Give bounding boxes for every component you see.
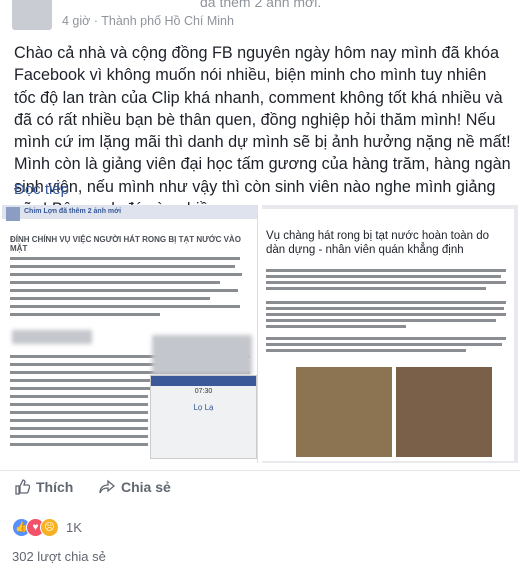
article-photo-1 (296, 367, 392, 457)
text-line (266, 301, 506, 304)
text-line (266, 343, 502, 346)
mini-post-title: ĐÍNH CHÍNH VỤ VIỆC NGƯỜI HÁT RONG BỊ TẠT… (10, 235, 241, 253)
mini-name: Chim Lợn đã thêm 2 ảnh mới (24, 208, 122, 215)
text-line (10, 297, 210, 300)
text-line (266, 287, 486, 290)
phone-label: Lọ Lạ (193, 403, 214, 412)
share-arrow-icon (99, 479, 115, 494)
post-header: đã thêm 2 ảnh mới. 4 giờ · Thành phố Hồ … (0, 0, 520, 40)
phone-status-bar (151, 376, 256, 386)
text-line (10, 265, 235, 268)
text-line (266, 275, 501, 278)
text-line (10, 281, 220, 284)
text-line (10, 305, 240, 308)
blurred-name (12, 330, 92, 344)
text-line (10, 419, 148, 422)
text-line (10, 435, 148, 438)
text-line (266, 337, 506, 340)
article-title: Vụ chàng hát rong bị tạt nước hoàn toàn … (266, 230, 490, 256)
thumbs-up-icon (15, 479, 30, 495)
like-label: Thích (36, 479, 74, 495)
text-line (266, 313, 506, 316)
action-bar: Thích Chia sẻ (0, 470, 520, 511)
post-text: Chào cả nhà và cộng đồng FB nguyên ngày … (14, 44, 511, 218)
post-meta: 4 giờ · Thành phố Hồ Chí Minh (62, 14, 234, 28)
text-line (10, 395, 148, 398)
text-line (266, 325, 406, 328)
sad-reaction-icon: ☹ (40, 517, 59, 537)
like-button[interactable]: Thích (14, 479, 73, 495)
phone-time: 07:30 (194, 388, 213, 395)
text-line (10, 257, 240, 260)
text-line (10, 411, 148, 414)
text-line (10, 289, 238, 292)
text-line (10, 273, 242, 276)
text-line (10, 403, 148, 406)
article-photo-2 (396, 367, 492, 457)
reaction-count: 1K (66, 519, 82, 535)
mini-avatar (6, 207, 20, 221)
share-count[interactable]: 302 lượt chia sẻ (12, 549, 106, 564)
reaction-summary[interactable]: 👍 ♥ ☹ 1K (12, 516, 82, 538)
read-more-link[interactable]: Đọc tiếp (14, 181, 69, 198)
phone-screenshot: 07:30 Lọ Lạ (150, 375, 257, 459)
share-button[interactable]: Chia sẻ (99, 479, 171, 495)
text-line (10, 443, 148, 446)
post-location[interactable]: Thành phố Hồ Chí Minh (101, 14, 234, 28)
article-panel: Vụ chàng hát rong bị tạt nước hoàn toàn … (260, 209, 514, 461)
blurred-comment (152, 335, 252, 375)
text-line (266, 307, 504, 310)
text-line (266, 281, 506, 284)
text-line (10, 313, 160, 316)
text-line (266, 349, 466, 352)
text-line (266, 319, 496, 322)
avatar[interactable] (12, 0, 52, 30)
posted-suffix: đã thêm 2 ảnh mới. (200, 0, 322, 10)
share-label: Chia sẻ (121, 479, 171, 495)
text-line (266, 269, 506, 272)
text-line (10, 427, 148, 430)
post-time[interactable]: 4 giờ (62, 14, 90, 28)
